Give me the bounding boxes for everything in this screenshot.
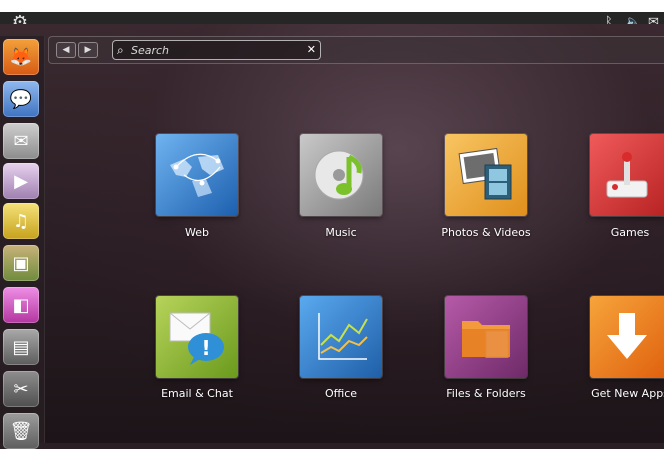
chat-launcher-icon[interactable]: 💬: [3, 81, 39, 117]
photos-launcher-icon[interactable]: ▣: [3, 245, 39, 281]
chart-icon: [318, 313, 368, 360]
joystick-icon: [606, 152, 648, 198]
firefox-launcher-icon[interactable]: 🦊: [3, 39, 39, 75]
tools-launcher-icon[interactable]: ✂: [3, 371, 39, 407]
clear-search-icon[interactable]: ✕: [307, 42, 316, 58]
music-label: Music: [325, 226, 357, 239]
search-input[interactable]: [131, 42, 301, 58]
forward-button[interactable]: ▶: [78, 42, 98, 58]
mail-launcher-icon[interactable]: ✉: [3, 123, 39, 159]
music-player-launcher-icon[interactable]: ♫: [3, 203, 39, 239]
folder-icon: [462, 321, 510, 358]
get-new-apps-tile[interactable]: [590, 296, 664, 378]
music-tile[interactable]: [300, 134, 382, 216]
download-icon: [607, 313, 647, 359]
email-chat-icon: !: [169, 312, 224, 365]
office-label: Office: [324, 387, 358, 400]
files-launcher-icon[interactable]: ▤: [3, 329, 39, 365]
music-icon: [314, 150, 364, 200]
email-chat-label: Email & Chat: [161, 387, 233, 400]
movie-player-launcher-icon[interactable]: ▶: [3, 163, 39, 199]
globe-icon: [170, 153, 224, 197]
games-tile[interactable]: [590, 134, 664, 216]
web-tile[interactable]: [156, 134, 238, 216]
games-label: Games: [610, 226, 650, 239]
office-tile[interactable]: [300, 296, 382, 378]
photos-icon: [458, 147, 512, 200]
top-strip: [0, 0, 664, 12]
files-folders-tile[interactable]: [445, 296, 527, 378]
email-chat-tile[interactable]: !: [156, 296, 238, 378]
launcher: 🦊 💬 ✉ ▶ ♫ ▣ ◧ ▤ ✂ 🗑: [0, 36, 45, 449]
dash-toolbar: ◀ ▶ ⌕ ✕: [48, 36, 664, 64]
search-icon: ⌕: [117, 43, 124, 57]
search-box[interactable]: ⌕ ✕: [112, 40, 321, 60]
trash-launcher-icon[interactable]: 🗑: [3, 413, 39, 449]
web-label: Web: [185, 226, 209, 239]
photos-videos-label: Photos & Videos: [441, 226, 531, 239]
svg-text:!: !: [201, 336, 210, 360]
get-new-apps-label: Get New Apps: [591, 387, 664, 400]
photos-videos-tile[interactable]: [445, 134, 527, 216]
back-button[interactable]: ◀: [56, 42, 76, 58]
presentation-launcher-icon[interactable]: ◧: [3, 287, 39, 323]
files-folders-label: Files & Folders: [446, 387, 526, 400]
